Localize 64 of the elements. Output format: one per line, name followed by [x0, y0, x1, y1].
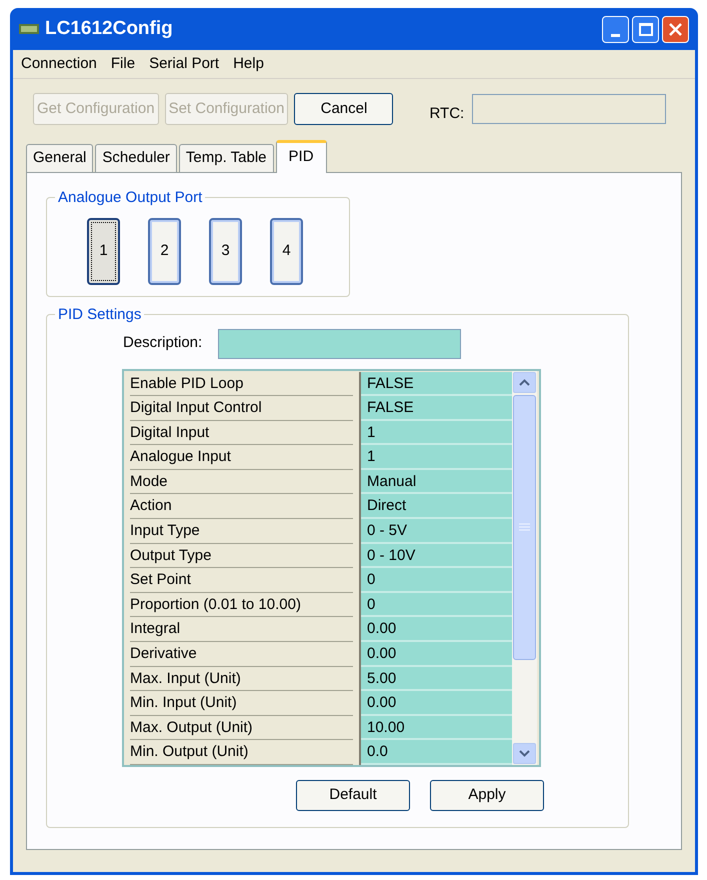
- property-name: Set Point: [130, 568, 353, 593]
- rtc-label: RTC:: [429, 104, 464, 124]
- tab[interactable]: Temp. Table: [178, 144, 274, 172]
- property-value[interactable]: 10.00: [361, 716, 512, 740]
- close-icon: [668, 22, 683, 36]
- property-name: Action: [130, 494, 353, 520]
- tab[interactable]: PID: [276, 140, 327, 172]
- property-name: Min. Output (Unit): [130, 740, 353, 765]
- property-name: Output Type: [130, 544, 353, 568]
- description-label: Description:: [123, 333, 202, 354]
- property-value[interactable]: 0: [361, 592, 512, 618]
- property-value[interactable]: 0.00: [361, 617, 512, 642]
- property-value[interactable]: FALSE: [361, 396, 512, 421]
- property-name: Enable PID Loop: [130, 372, 353, 396]
- app-icon: [19, 24, 39, 34]
- property-value[interactable]: 0.00: [361, 691, 512, 716]
- close-button[interactable]: [662, 16, 689, 42]
- menu-item[interactable]: File: [110, 52, 136, 76]
- property-value[interactable]: 5.00: [361, 666, 512, 692]
- menu-item[interactable]: Connection: [21, 52, 97, 76]
- property-name: Max. Input (Unit): [130, 666, 353, 692]
- property-name: Analogue Input: [130, 445, 353, 470]
- grip-icon: [519, 523, 530, 531]
- action-button[interactable]: Apply: [430, 780, 544, 811]
- caret-up-icon: [519, 378, 530, 386]
- property-value[interactable]: 0.00: [361, 642, 512, 667]
- menu-item[interactable]: Help: [233, 52, 264, 76]
- property-name: Integral: [130, 617, 353, 642]
- scroll-down-button[interactable]: [513, 743, 536, 764]
- property-value[interactable]: 1: [361, 445, 512, 470]
- property-name: Derivative: [130, 642, 353, 667]
- property-name: Max. Output (Unit): [130, 716, 353, 740]
- property-value[interactable]: 0 - 10V: [361, 544, 512, 568]
- property-name: Digital Input: [130, 420, 353, 446]
- toolbar-button[interactable]: Cancel: [294, 93, 394, 126]
- property-value[interactable]: Manual: [361, 470, 512, 494]
- caret-down-icon: [519, 750, 530, 757]
- tab[interactable]: Scheduler: [95, 144, 177, 172]
- property-name: Proportion (0.01 to 10.00): [130, 592, 353, 618]
- property-value[interactable]: 0.0: [361, 740, 512, 765]
- property-name: Digital Input Control: [130, 396, 353, 421]
- port-button[interactable]: 3: [209, 218, 242, 284]
- port-button[interactable]: 4: [270, 218, 303, 284]
- scrollbar[interactable]: [512, 370, 537, 765]
- menu-item[interactable]: Serial Port: [149, 52, 220, 76]
- tab[interactable]: General: [26, 144, 94, 172]
- property-name: Mode: [130, 470, 353, 494]
- property-name: Min. Input (Unit): [130, 691, 353, 716]
- property-value[interactable]: 0: [361, 568, 512, 593]
- property-value[interactable]: 0 - 5V: [361, 519, 512, 544]
- property-value[interactable]: 1: [361, 420, 512, 446]
- property-value[interactable]: FALSE: [361, 372, 512, 396]
- window-title: LC1612Config: [45, 16, 173, 41]
- scroll-up-button[interactable]: [513, 372, 536, 392]
- scroll-thumb[interactable]: [513, 394, 536, 660]
- description-field[interactable]: [218, 328, 462, 358]
- property-name: Input Type: [130, 519, 353, 544]
- maximize-button[interactable]: [632, 16, 659, 42]
- port-button[interactable]: 1: [87, 218, 120, 284]
- action-button[interactable]: Default: [296, 780, 410, 811]
- property-value[interactable]: Direct: [361, 494, 512, 520]
- rtc-field[interactable]: [472, 94, 666, 124]
- minimize-button[interactable]: [602, 16, 629, 42]
- port-button[interactable]: 2: [148, 218, 181, 284]
